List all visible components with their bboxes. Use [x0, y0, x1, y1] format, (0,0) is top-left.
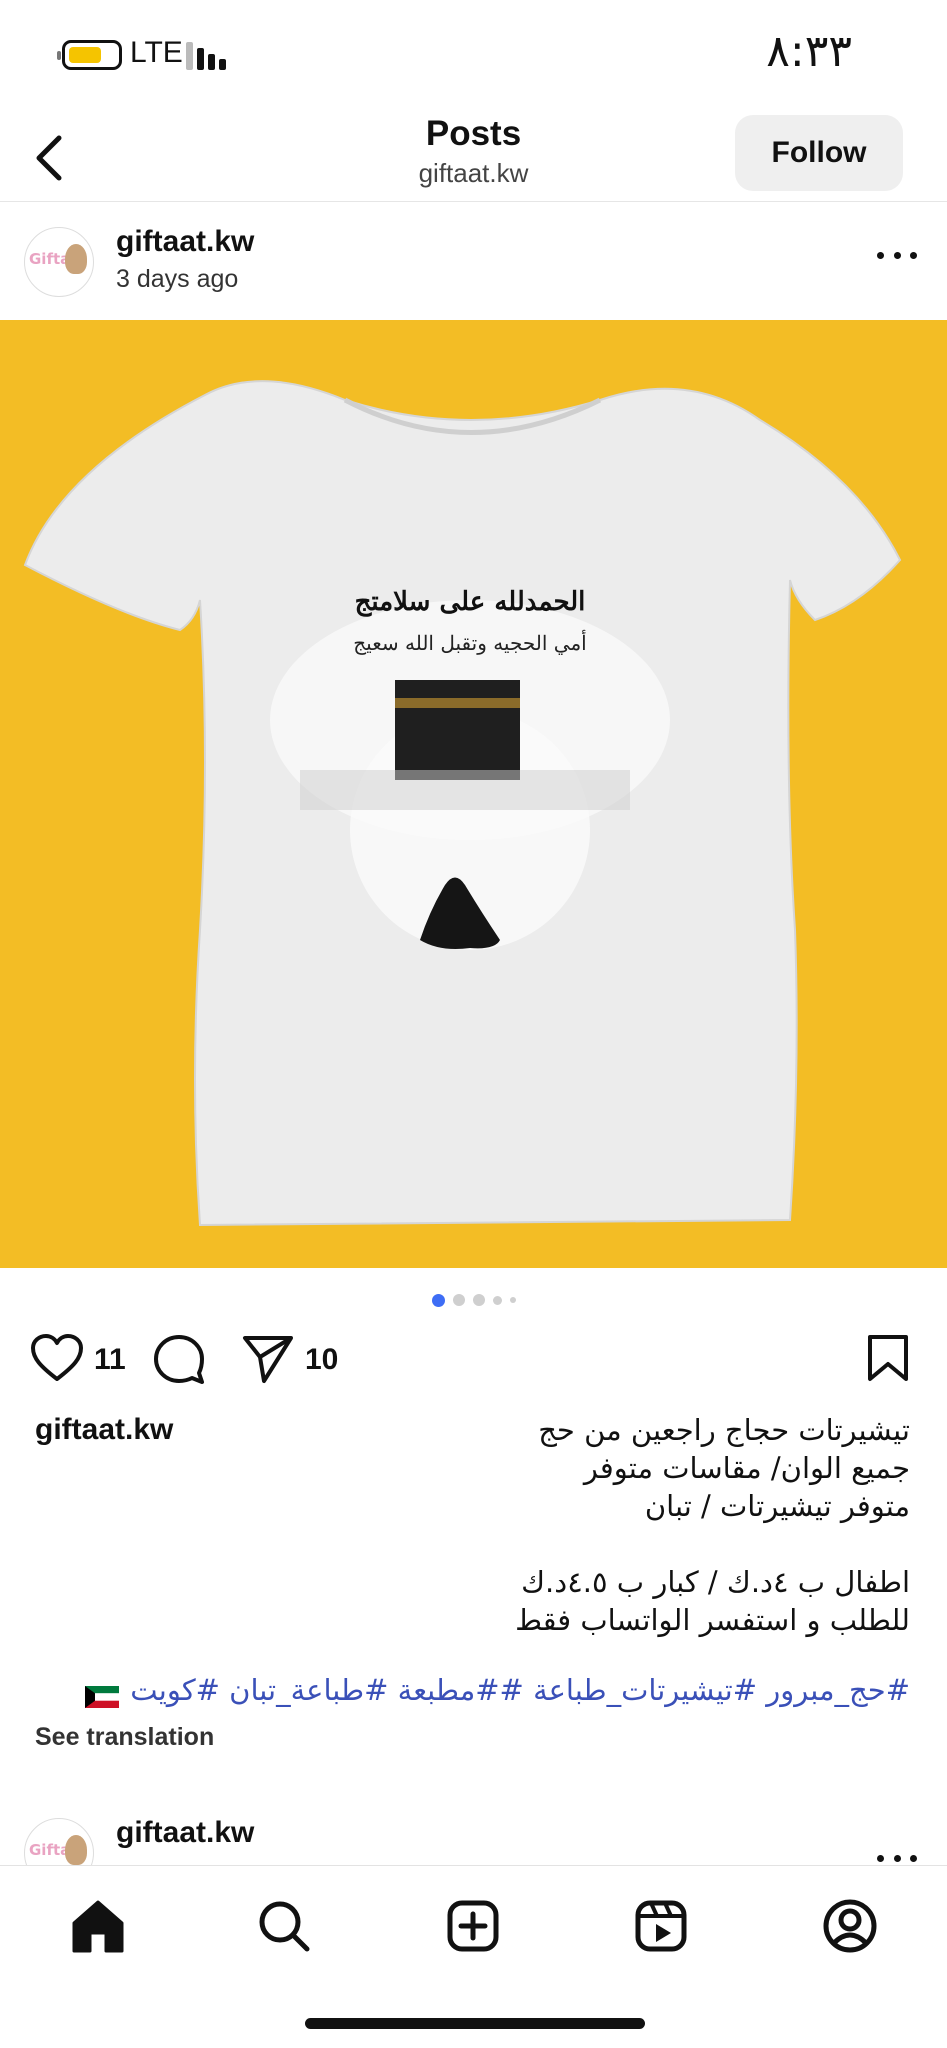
signal-icon	[186, 40, 232, 70]
nav-reels[interactable]	[629, 1894, 693, 1958]
top-header: Posts giftaat.kw Follow	[0, 110, 947, 202]
caption-line: للطلب و استفسر الواتساب فقط	[515, 1603, 910, 1637]
nav-create[interactable]	[441, 1894, 505, 1958]
hashtags[interactable]: #حج_مبرور #تيشيرتات_طباعة ##مطبعة #طباعة…	[85, 1673, 910, 1708]
avatar-mascot	[65, 244, 87, 274]
carousel-dot	[431, 1293, 445, 1307]
more-options-icon[interactable]	[877, 245, 917, 265]
caption-line: اطفال ب ٤د.ك / كبار ب ٤.٥د.ك	[521, 1565, 910, 1599]
bottom-nav	[0, 1865, 947, 2048]
post-header: Gifta giftaat.kw 3 days ago	[0, 215, 947, 315]
carousel-dot	[472, 1294, 485, 1306]
caption-line: متوفر تيشيرتات / تبان	[644, 1489, 910, 1523]
home-indicator[interactable]	[305, 2018, 645, 2029]
nav-search[interactable]	[252, 1894, 316, 1958]
carousel-dot	[492, 1295, 502, 1305]
caption-line: جميع الوان/ مقاسات متوفر	[583, 1451, 910, 1485]
see-translation-link[interactable]: See translation	[35, 1723, 214, 1752]
heart-icon	[31, 1334, 83, 1381]
create-icon	[447, 1900, 499, 1952]
save-button[interactable]	[866, 1333, 910, 1388]
follow-button[interactable]: Follow	[735, 115, 903, 191]
share-button[interactable]	[241, 1333, 295, 1390]
hashtag-text[interactable]: #حج_مبرور #تيشيرتات_طباعة ##مطبعة #طباعة…	[130, 1673, 910, 1707]
tshirt-image: الحمدلله على سلامتج أمي الحجيه وتقبل الل…	[23, 380, 902, 1227]
nav-profile[interactable]	[818, 1894, 882, 1958]
tshirt-print-line1: الحمدلله على سلامتج	[355, 587, 586, 617]
avatar-mascot	[65, 1835, 87, 1865]
status-bar: LTE ٨:٣٣	[0, 0, 947, 110]
share-count: 10	[305, 1343, 339, 1376]
carousel-dot	[509, 1297, 516, 1303]
carousel-indicator	[0, 1293, 947, 1307]
comment-button[interactable]	[153, 1333, 205, 1390]
profile-icon	[823, 1899, 877, 1953]
status-time: ٨:٣٣	[766, 26, 852, 77]
post-image[interactable]: الحمدلله على سلامتج أمي الحجيه وتقبل الل…	[0, 320, 947, 1268]
nav-home[interactable]	[66, 1894, 130, 1958]
post-caption: تيشيرتات حجاج راجعين من حج جميع الوان/ م…	[350, 1411, 910, 1639]
next-post-username[interactable]: giftaat.kw	[116, 1816, 254, 1850]
like-count: 11	[94, 1343, 126, 1376]
kuwait-flag-icon	[85, 1681, 120, 1708]
avatar[interactable]: Gifta	[24, 1818, 94, 1865]
carousel-dot	[452, 1294, 465, 1306]
home-icon	[72, 1900, 124, 1953]
caption-username[interactable]: giftaat.kw	[35, 1413, 173, 1447]
bookmark-icon	[868, 1335, 908, 1381]
caption-line	[350, 1525, 910, 1563]
send-icon	[243, 1336, 293, 1383]
battery-icon	[57, 40, 122, 70]
post-timestamp: 3 days ago	[116, 265, 239, 293]
like-button[interactable]	[30, 1333, 84, 1388]
tshirt-print-line2: أمي الحجيه وتقبل الله سعيج	[353, 629, 586, 655]
next-post-header: Gifta giftaat.kw	[0, 1810, 947, 1865]
network-type: LTE	[130, 36, 183, 69]
post-actions: 11 10	[0, 1325, 947, 1395]
post-username[interactable]: giftaat.kw	[116, 225, 254, 259]
avatar[interactable]: Gifta	[24, 227, 94, 297]
caption-line: تيشيرتات حجاج راجعين من حج	[538, 1413, 910, 1447]
comment-icon	[154, 1335, 204, 1384]
reels-icon	[635, 1900, 687, 1952]
more-options-icon[interactable]	[877, 1848, 917, 1865]
search-icon	[259, 1901, 310, 1952]
